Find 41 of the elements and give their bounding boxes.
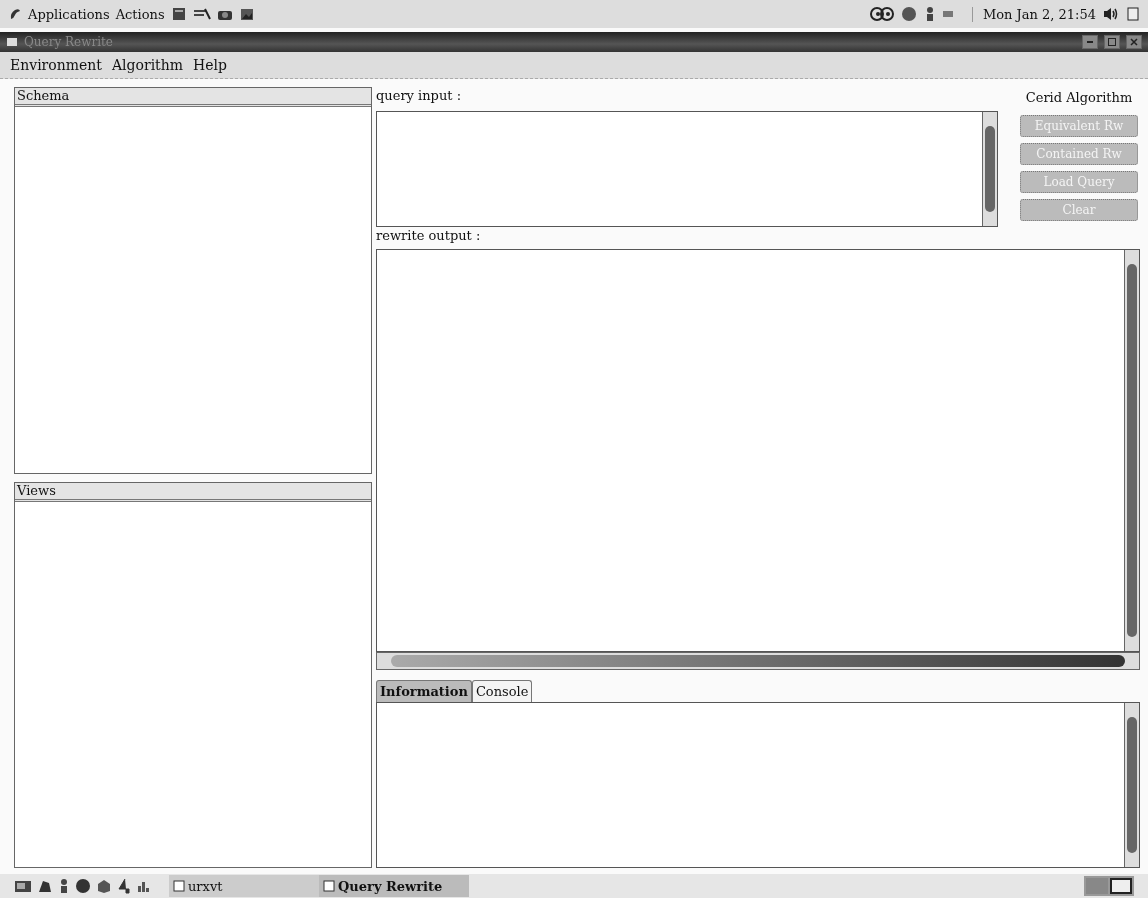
panel-menu[interactable]: Actions <box>115 6 165 22</box>
views-tree[interactable]: Views <box>14 481 372 868</box>
schema-tree[interactable]: Schema <box>14 87 372 474</box>
eyes-icon <box>869 6 894 22</box>
notepad-icon[interactable] <box>170 6 187 22</box>
speaker-icon[interactable] <box>1102 6 1120 22</box>
desktop-icon[interactable] <box>14 878 32 894</box>
scrollbar[interactable] <box>982 112 997 226</box>
tab[interactable]: Information <box>376 680 472 702</box>
terminal-icon[interactable] <box>192 6 211 22</box>
minimize-icon <box>1087 41 1093 43</box>
query-input-field[interactable] <box>376 111 998 227</box>
column-header: Schema <box>15 88 371 107</box>
task-button[interactable]: Query Rewrite <box>319 875 469 897</box>
minimize-button[interactable] <box>1082 35 1098 49</box>
window-icon <box>6 37 18 47</box>
window-icon <box>173 880 185 892</box>
section-title: Cerid Algorithm <box>1025 89 1133 107</box>
window-icon[interactable] <box>1126 6 1140 22</box>
scrollbar[interactable] <box>1124 250 1139 651</box>
panel-menu[interactable]: Applications <box>28 6 110 22</box>
menu-item[interactable]: Environment <box>10 57 102 73</box>
maximize-icon <box>1108 38 1116 46</box>
field-label: query input : <box>376 87 463 105</box>
workspace-switcher[interactable] <box>1084 876 1134 896</box>
window-icon <box>323 880 335 892</box>
picture-icon[interactable] <box>238 6 255 22</box>
field-label: rewrite output : <box>376 227 482 245</box>
close-button[interactable] <box>1126 35 1142 49</box>
close-icon <box>1130 38 1138 46</box>
maximize-button[interactable] <box>1104 35 1120 49</box>
tab[interactable]: Console <box>471 680 533 702</box>
battery-icon <box>941 10 954 18</box>
window-title: Query Rewrite <box>24 35 113 49</box>
scrollbar[interactable] <box>1124 703 1139 867</box>
rewrite-output-field[interactable] <box>376 249 1140 652</box>
scrollbar[interactable] <box>376 652 1140 670</box>
column-header: Views <box>15 482 371 502</box>
menu-item[interactable]: Help <box>193 57 227 73</box>
clock[interactable]: Mon Jan 2, 21:54 <box>971 6 1096 22</box>
menu-item[interactable]: Algorithm <box>111 57 184 73</box>
